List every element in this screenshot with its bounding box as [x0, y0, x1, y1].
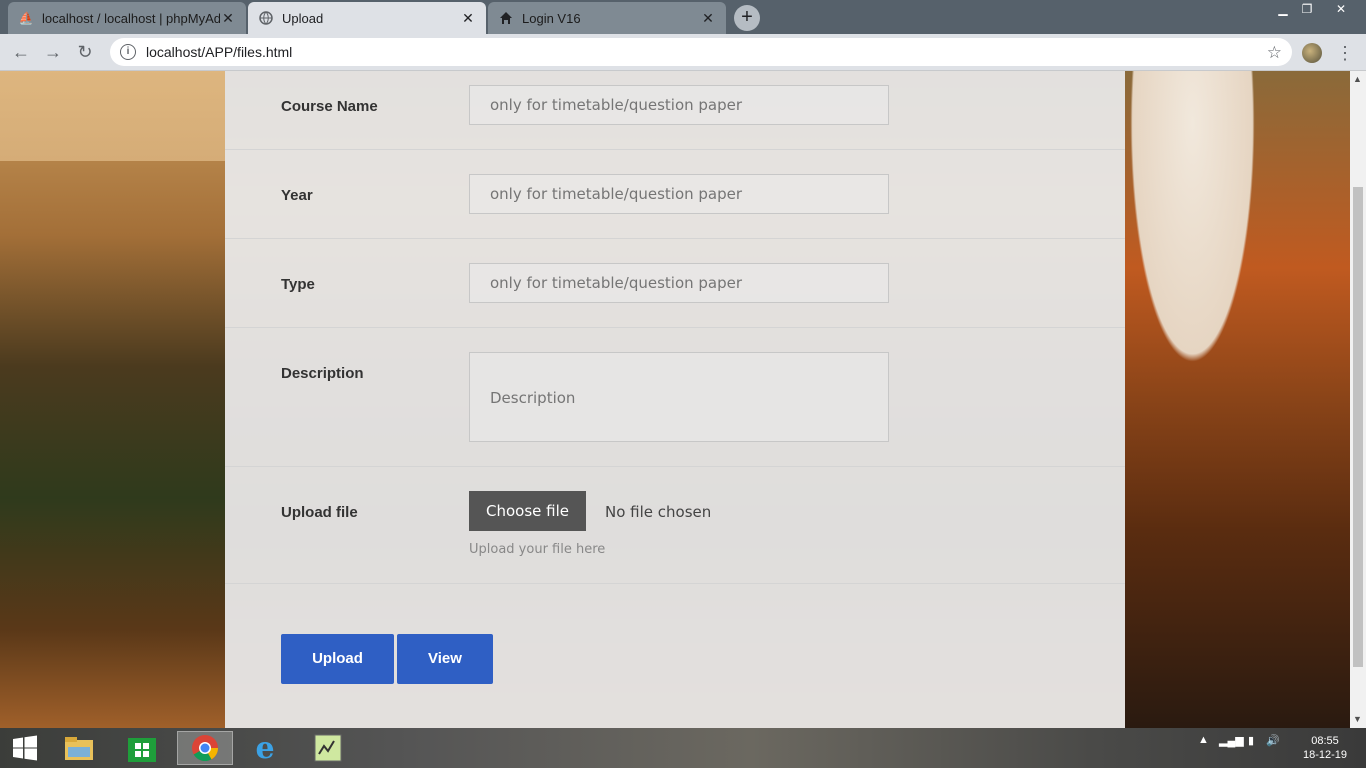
- course-name-input[interactable]: [469, 85, 889, 125]
- upload-button[interactable]: Upload: [281, 634, 394, 684]
- clock-date: 18-12-19: [1302, 749, 1348, 761]
- description-label: Description: [281, 365, 364, 382]
- address-bar[interactable]: i localhost/APP/files.html ☆: [110, 38, 1292, 66]
- type-input[interactable]: [469, 263, 889, 303]
- volume-icon[interactable]: 🔊: [1266, 734, 1280, 747]
- restore-icon[interactable]: ❐: [1292, 0, 1322, 20]
- scroll-down-icon[interactable]: ▼: [1353, 714, 1362, 724]
- scroll-thumb[interactable]: [1353, 187, 1363, 667]
- type-label: Type: [281, 276, 315, 293]
- background-photo-right: [1125, 71, 1350, 728]
- description-textarea[interactable]: [469, 352, 889, 442]
- upload-form: Course Name Year Type Description Upload…: [225, 71, 1125, 728]
- course-name-row: Course Name: [225, 71, 1125, 150]
- internet-explorer-icon[interactable]: e: [240, 731, 290, 766]
- editor-app-icon[interactable]: [303, 731, 353, 765]
- tab-strip: ⛵ localhost / localhost | phpMyAdmin ✕ U…: [0, 0, 1366, 34]
- background-photo-left: [0, 71, 225, 728]
- windows-start-icon[interactable]: [0, 731, 50, 765]
- tab-upload[interactable]: Upload ✕: [248, 2, 486, 34]
- page-scrollbar[interactable]: ▲ ▼: [1350, 71, 1366, 728]
- system-clock[interactable]: 08:55 18-12-19: [1298, 734, 1352, 762]
- close-tab-icon[interactable]: ✕: [460, 10, 476, 27]
- close-tab-icon[interactable]: ✕: [700, 10, 716, 27]
- network-icon[interactable]: ▂▄▆: [1219, 734, 1244, 747]
- view-button[interactable]: View: [397, 634, 493, 684]
- windows-taskbar: e ▲ ▂▄▆ ▮ 🔊 08:55 18-12-19: [0, 728, 1366, 768]
- tab-phpmyadmin[interactable]: ⛵ localhost / localhost | phpMyAdmin ✕: [8, 2, 246, 34]
- upload-file-row: Upload file Choose file No file chosen U…: [225, 467, 1125, 584]
- menu-icon[interactable]: ⋮: [1336, 40, 1354, 66]
- year-row: Year: [225, 150, 1125, 239]
- back-icon[interactable]: ←: [9, 40, 33, 64]
- tab-label: localhost / localhost | phpMyAdmin: [42, 10, 220, 26]
- close-tab-icon[interactable]: ✕: [220, 10, 236, 27]
- description-row: Description: [225, 328, 1125, 467]
- chrome-icon[interactable]: [177, 731, 233, 765]
- choose-file-button[interactable]: Choose file: [469, 491, 586, 531]
- year-label: Year: [281, 187, 313, 204]
- url-text: localhost/APP/files.html: [146, 44, 293, 60]
- bookmark-star-icon[interactable]: ☆: [1267, 43, 1282, 63]
- file-explorer-icon[interactable]: [54, 731, 104, 765]
- browser-toolbar: ← → ↻ i localhost/APP/files.html ☆: [0, 34, 1366, 71]
- reload-icon[interactable]: ↻: [73, 40, 97, 64]
- type-row: Type: [225, 239, 1125, 328]
- globe-icon: [258, 10, 274, 26]
- new-tab-button[interactable]: +: [734, 5, 760, 31]
- course-name-label: Course Name: [281, 98, 378, 115]
- clock-time: 08:55: [1311, 735, 1339, 747]
- tab-login[interactable]: Login V16 ✕: [488, 2, 726, 34]
- close-window-icon[interactable]: ✕: [1326, 0, 1356, 20]
- forward-icon[interactable]: →: [41, 40, 65, 64]
- tray-expand-icon[interactable]: ▲: [1198, 734, 1209, 746]
- year-input[interactable]: [469, 174, 889, 214]
- profile-avatar[interactable]: [1302, 43, 1322, 63]
- phpmyadmin-icon: ⛵: [18, 11, 34, 25]
- info-icon[interactable]: i: [120, 44, 136, 60]
- tab-label: Login V16: [522, 10, 581, 26]
- page-viewport: Course Name Year Type Description Upload…: [0, 71, 1350, 728]
- scroll-up-icon[interactable]: ▲: [1353, 74, 1362, 84]
- tab-label: Upload: [282, 10, 324, 26]
- upload-hint-text: Upload your file here: [469, 542, 606, 557]
- upload-file-label: Upload file: [281, 504, 358, 521]
- file-status-text: No file chosen: [605, 503, 712, 521]
- battery-icon[interactable]: ▮: [1248, 734, 1254, 747]
- home-icon: [498, 10, 514, 26]
- store-icon[interactable]: [117, 731, 167, 765]
